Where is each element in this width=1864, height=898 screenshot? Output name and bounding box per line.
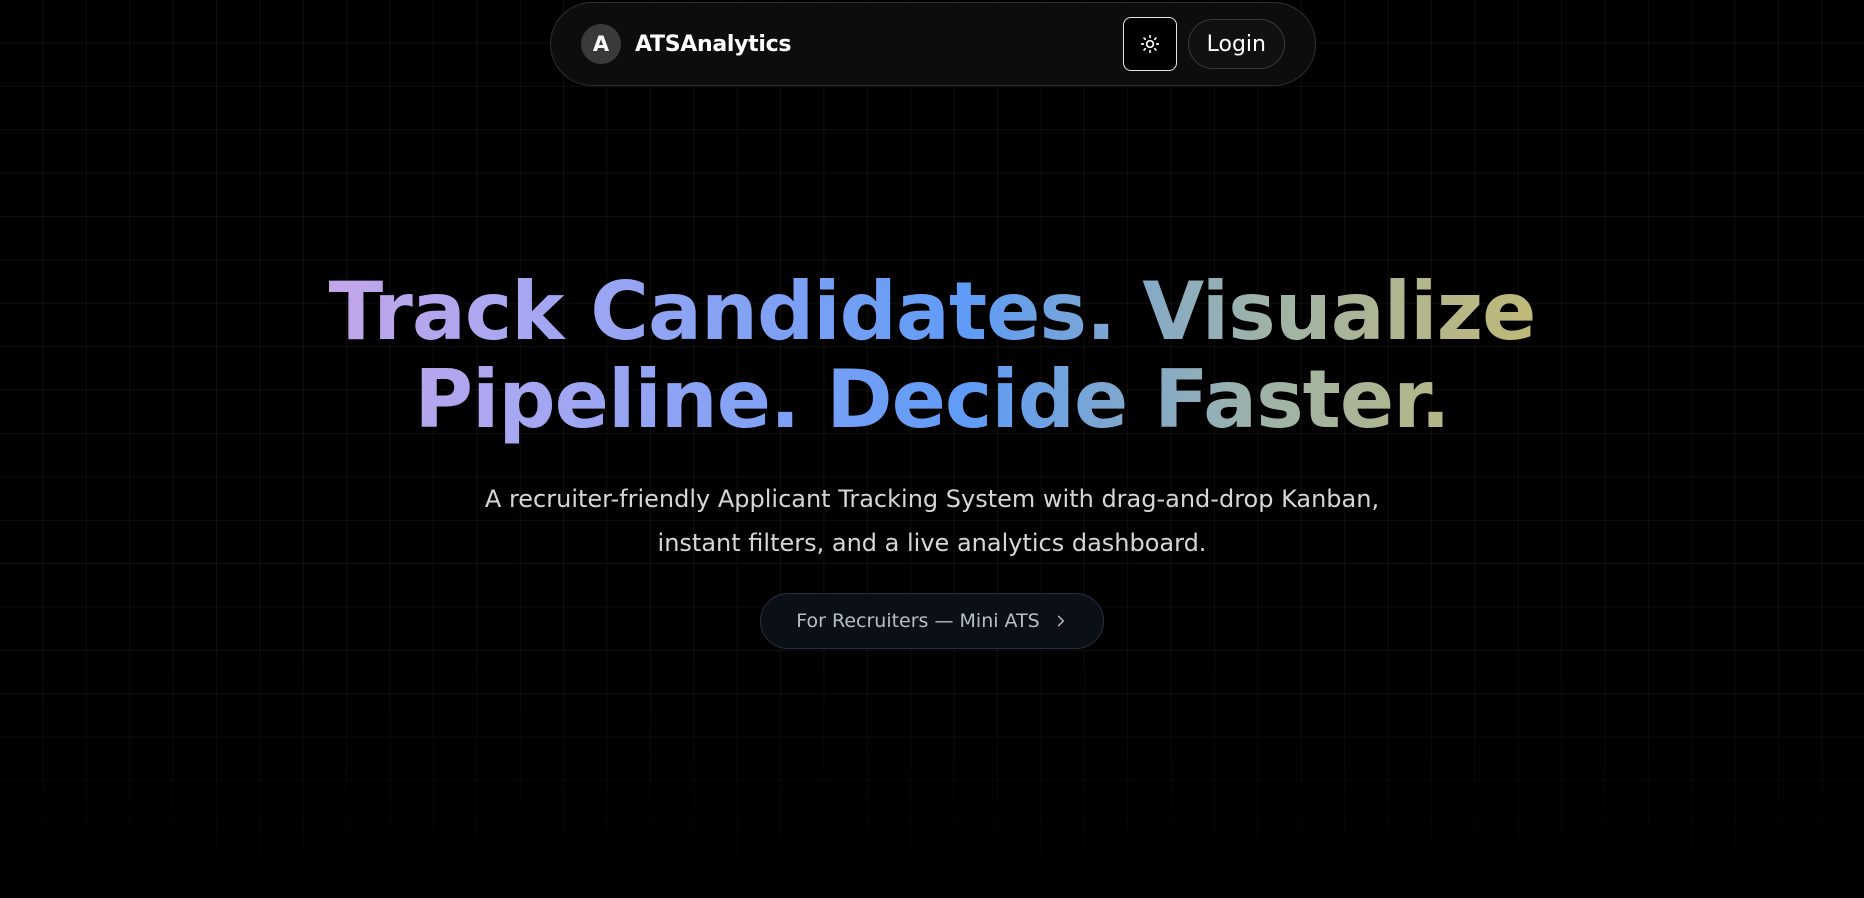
hero-section: Track Candidates. Visualize Pipeline. De… bbox=[0, 268, 1864, 649]
chevron-right-icon bbox=[1054, 614, 1068, 628]
hero-headline: Track Candidates. Visualize Pipeline. De… bbox=[0, 268, 1864, 444]
login-button[interactable]: Login bbox=[1187, 19, 1285, 69]
brand-avatar: A bbox=[581, 24, 621, 64]
subtitle-line-2: instant filters, and a live analytics da… bbox=[657, 529, 1207, 557]
nav-actions: Login bbox=[1122, 17, 1285, 71]
landing-page: A ATSAnalytics Login Track Candidates. V… bbox=[0, 0, 1864, 898]
brand-name: ATSAnalytics bbox=[635, 31, 792, 57]
subtitle-line-1: A recruiter-friendly Applicant Tracking … bbox=[484, 485, 1380, 513]
recruiters-cta-button[interactable]: For Recruiters — Mini ATS bbox=[760, 593, 1104, 649]
bottom-fade bbox=[0, 638, 1864, 898]
theme-toggle-button[interactable] bbox=[1122, 17, 1177, 71]
top-navbar: A ATSAnalytics Login bbox=[550, 2, 1316, 86]
headline-line-2: Pipeline. Decide Faster. bbox=[0, 356, 1864, 444]
brand-logo[interactable]: A ATSAnalytics bbox=[581, 24, 791, 64]
hero-subtitle: A recruiter-friendly Applicant Tracking … bbox=[472, 477, 1392, 565]
sun-icon bbox=[1140, 34, 1159, 54]
cta-label: For Recruiters — Mini ATS bbox=[796, 610, 1040, 632]
headline-line-1: Track Candidates. Visualize bbox=[0, 268, 1864, 356]
